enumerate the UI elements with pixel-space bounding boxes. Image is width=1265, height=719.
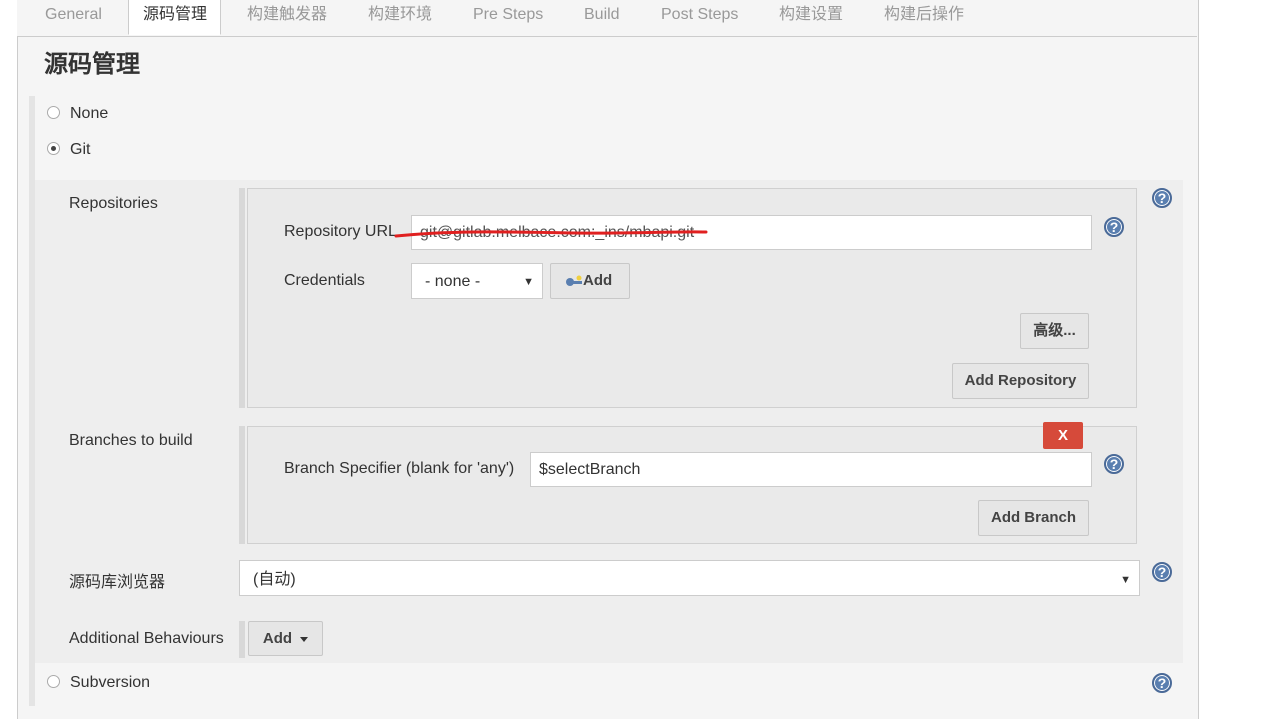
branch-specifier-input[interactable]: $selectBranch — [530, 452, 1092, 487]
help-icon[interactable]: ? — [1104, 217, 1124, 237]
tab-post-steps[interactable]: Post Steps — [661, 0, 738, 36]
branch-specifier-value: $selectBranch — [539, 461, 641, 478]
tab-pre-steps[interactable]: Pre Steps — [473, 0, 543, 36]
help-icon[interactable]: ? — [1104, 454, 1124, 474]
credentials-select[interactable]: - none - ▼ — [411, 263, 543, 299]
add-repository-button[interactable]: Add Repository — [952, 363, 1089, 399]
help-icon[interactable]: ? — [1152, 188, 1172, 208]
tab-general[interactable]: General — [45, 0, 102, 36]
repository-browser-label: 源码库浏览器 — [69, 574, 166, 591]
branches-bar — [239, 426, 245, 544]
key-icon — [566, 275, 582, 287]
add-behaviour-label: Add — [262, 630, 293, 647]
help-icon[interactable]: ? — [1152, 673, 1172, 693]
repository-browser-select[interactable]: (自动) ▼ — [239, 560, 1140, 596]
radio-none[interactable] — [47, 106, 60, 119]
redaction-strike — [394, 230, 708, 238]
caret-down-icon — [300, 636, 309, 642]
repository-url-label: Repository URL — [284, 223, 397, 240]
dropdown-arrow-icon: ▼ — [1120, 574, 1131, 586]
add-behaviour-button[interactable]: Add — [248, 621, 323, 656]
credentials-value: - none - — [425, 273, 481, 290]
advanced-button[interactable]: 高级... — [1020, 313, 1089, 349]
radio-subversion-label: Subversion — [70, 674, 151, 691]
tab-build[interactable]: Build — [584, 0, 620, 36]
repository-browser-value: (自动) — [253, 571, 296, 588]
add-credentials-button[interactable]: Add — [550, 263, 630, 299]
tab-build-settings[interactable]: 构建设置 — [779, 0, 843, 36]
radio-git[interactable] — [47, 142, 60, 155]
tab-post-build-actions[interactable]: 构建后操作 — [884, 0, 964, 36]
radio-git-label: Git — [70, 141, 91, 158]
tab-build-triggers[interactable]: 构建触发器 — [247, 0, 327, 36]
branch-specifier-label: Branch Specifier (blank for 'any') — [284, 460, 515, 477]
tab-source-management[interactable]: 源码管理 — [128, 0, 221, 35]
radio-subversion[interactable] — [47, 675, 60, 688]
behaviours-bar — [239, 621, 245, 658]
repositories-label: Repositories — [69, 195, 158, 212]
add-credentials-label: Add — [583, 272, 613, 289]
help-icon[interactable]: ? — [1152, 562, 1172, 582]
credentials-label: Credentials — [284, 272, 365, 289]
tab-bar: General 源码管理 构建触发器 构建环境 Pre Steps Build … — [17, 0, 1197, 37]
add-branch-button[interactable]: Add Branch — [978, 500, 1089, 536]
delete-branch-button[interactable]: X — [1043, 422, 1083, 449]
repositories-bar — [239, 188, 245, 408]
section-title: 源码管理 — [44, 51, 140, 78]
branches-label: Branches to build — [69, 432, 193, 449]
radio-none-label: None — [70, 105, 109, 122]
additional-behaviours-label: Additional Behaviours — [69, 630, 224, 647]
dropdown-arrow-icon: ▼ — [523, 276, 534, 288]
tab-build-environment[interactable]: 构建环境 — [368, 0, 432, 36]
